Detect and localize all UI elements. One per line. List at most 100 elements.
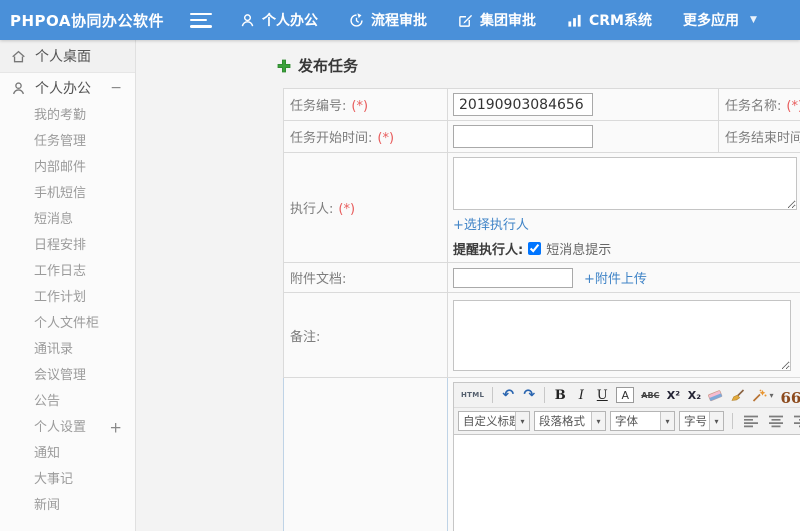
bar-chart-icon: [568, 14, 581, 27]
subscript-button[interactable]: X₂: [684, 385, 704, 405]
sidebar-item-schedule[interactable]: 日程安排: [0, 233, 135, 259]
magic-wand-icon: [753, 389, 767, 402]
sidebar-item-announcement[interactable]: 公告: [0, 389, 135, 415]
font-style-button[interactable]: A: [613, 385, 637, 405]
end-time-label: 任务结束时间:(*): [718, 120, 800, 153]
editor-content-area[interactable]: [454, 435, 800, 531]
sidebar-item-work-plan[interactable]: 工作计划: [0, 285, 135, 311]
align-left-button[interactable]: [741, 411, 762, 431]
font-family-dropdown[interactable]: 字体 ▾: [610, 411, 675, 431]
align-left-icon: [744, 415, 758, 427]
sidebar-item-major-events[interactable]: 大事记: [0, 467, 135, 493]
hamburger-icon: [190, 12, 212, 16]
align-right-button[interactable]: [791, 411, 800, 431]
editor-toolbar-row2: 自定义标题 ▾ 段落格式 ▾ 字体 ▾ 字号 ▾: [454, 408, 800, 435]
remind-executor-label: 提醒执行人:: [453, 243, 524, 258]
remark-input[interactable]: [453, 299, 791, 371]
nav-label: CRM系统: [589, 13, 652, 29]
task-name-label: 任务名称:(*): [718, 88, 800, 121]
workflow-clock-icon: [350, 12, 363, 27]
sms-remind-label: 短消息提示: [546, 243, 612, 258]
caret-down-icon: ▼: [750, 15, 757, 25]
edit-icon: [459, 14, 473, 27]
nav-label: 个人办公: [262, 13, 318, 29]
task-description-label: 任务描述:(*): [283, 377, 448, 531]
paragraph-format-dropdown[interactable]: 段落格式 ▾: [534, 411, 606, 431]
executor-input[interactable]: [453, 157, 797, 210]
underline-button[interactable]: U: [592, 385, 612, 405]
broom-icon: [731, 388, 745, 401]
blockquote-button[interactable]: 66: [777, 385, 800, 406]
sidebar-item-label: 个人办公: [35, 81, 91, 97]
sidebar-item-news[interactable]: 新闻: [0, 493, 135, 519]
nav-label: 集团审批: [480, 13, 536, 29]
nav-label: 更多应用: [683, 13, 739, 29]
dropdown-arrow-icon: ▾: [660, 412, 674, 430]
nav-item-group-approval[interactable]: 集团审批: [452, 6, 542, 34]
sidebar-item-notice[interactable]: 通知: [0, 441, 135, 467]
superscript-button[interactable]: X²: [663, 385, 683, 405]
home-icon: [12, 50, 25, 62]
sidebar-item-internal-mail[interactable]: 内部邮件: [0, 155, 135, 181]
format-brush-button[interactable]: [727, 385, 748, 405]
sidebar-item-mobile-sms[interactable]: 手机短信: [0, 181, 135, 207]
strikethrough-button[interactable]: ABC: [638, 385, 662, 405]
task-no-label: 任务编号: (*): [283, 88, 448, 121]
caret-down-icon: ▾: [769, 390, 774, 400]
attachment-input[interactable]: [453, 267, 573, 288]
sidebar-item-task-management[interactable]: 任务管理: [0, 129, 135, 155]
editor-toolbar-row1: HTML ↶ ↷ B I U A ABC X² X₂ ▾ 66: [454, 383, 800, 408]
start-time-input[interactable]: [453, 125, 593, 148]
nav-item-workflow-approval[interactable]: 流程审批: [343, 6, 433, 34]
sidebar-item-contacts[interactable]: 通讯录: [0, 337, 135, 363]
sidebar-item-personal-desktop[interactable]: 个人桌面: [0, 40, 135, 73]
app-logo: PHPOA协同办公软件: [10, 11, 164, 30]
italic-button[interactable]: I: [571, 385, 591, 405]
nav-item-personal-office[interactable]: 个人办公: [234, 6, 324, 34]
top-navigation: 个人办公 流程审批 集团审批 CRM系统 更多应用 ▼: [234, 6, 763, 34]
nav-item-more-apps[interactable]: 更多应用 ▼: [677, 6, 763, 34]
user-icon: [12, 81, 25, 94]
redo-button[interactable]: ↷: [519, 385, 539, 405]
bold-button[interactable]: B: [550, 385, 570, 405]
eraser-button[interactable]: [705, 385, 726, 405]
sidebar-item-short-message[interactable]: 短消息: [0, 207, 135, 233]
sidebar-submenu: 我的考勤 任务管理 内部邮件 手机短信 短消息 日程安排 工作日志 工作计划 个…: [0, 103, 135, 519]
remark-label: 备注:: [283, 292, 448, 378]
sidebar-item-work-log[interactable]: 工作日志: [0, 259, 135, 285]
eraser-icon: [708, 389, 723, 401]
nav-item-crm[interactable]: CRM系统: [561, 6, 658, 34]
rich-text-editor: HTML ↶ ↷ B I U A ABC X² X₂ ▾ 66 自定义标题 ▾ …: [453, 382, 800, 531]
page-title: 发布任务: [277, 55, 358, 76]
attachment-upload-link[interactable]: +附件上传: [584, 268, 647, 287]
phpoa-app-window: PHPOA协同办公软件 个人办公 流程审批 集团审批 CRM系统 更多应用 ▼ …: [0, 0, 800, 531]
sidebar-item-label: 个人桌面: [35, 49, 91, 65]
executor-label: 执行人: (*): [283, 152, 448, 263]
align-center-icon: [769, 415, 783, 427]
sidebar-item-my-attendance[interactable]: 我的考勤: [0, 103, 135, 129]
task-no-input[interactable]: [453, 93, 593, 116]
main-content: 发布任务 任务编号:(*) 任务名称:(*) 任务开始时间:(*) 任务结束时间…: [136, 40, 800, 531]
sms-remind-checkbox[interactable]: [528, 242, 542, 255]
sidebar-item-meeting-management[interactable]: 会议管理: [0, 363, 135, 389]
custom-title-dropdown[interactable]: 自定义标题 ▾: [458, 411, 530, 431]
nav-label: 流程审批: [371, 13, 427, 29]
dropdown-arrow-icon: ▾: [515, 412, 529, 430]
sidebar-item-personal-settings[interactable]: 个人设置 +: [0, 415, 135, 441]
html-source-button[interactable]: HTML: [458, 385, 487, 405]
menu-toggle-button[interactable]: [190, 12, 212, 28]
align-right-icon: [794, 415, 800, 427]
auto-typeset-button[interactable]: ▾: [749, 385, 776, 405]
font-size-dropdown[interactable]: 字号 ▾: [679, 411, 724, 431]
align-center-button[interactable]: [766, 411, 787, 431]
sidebar-item-personal-files[interactable]: 个人文件柜: [0, 311, 135, 337]
sidebar-item-personal-office[interactable]: 个人办公 −: [0, 73, 135, 103]
choose-executor-link[interactable]: +选择执行人: [453, 214, 529, 233]
expand-toggle-icon[interactable]: +: [109, 420, 122, 436]
undo-button[interactable]: ↶: [498, 385, 518, 405]
dropdown-arrow-icon: ▾: [591, 412, 605, 430]
user-icon: [241, 13, 254, 26]
attachment-label: 附件文档:: [283, 262, 448, 293]
collapse-toggle-icon[interactable]: −: [110, 81, 122, 95]
topbar: PHPOA协同办公软件 个人办公 流程审批 集团审批 CRM系统 更多应用 ▼: [0, 0, 800, 40]
